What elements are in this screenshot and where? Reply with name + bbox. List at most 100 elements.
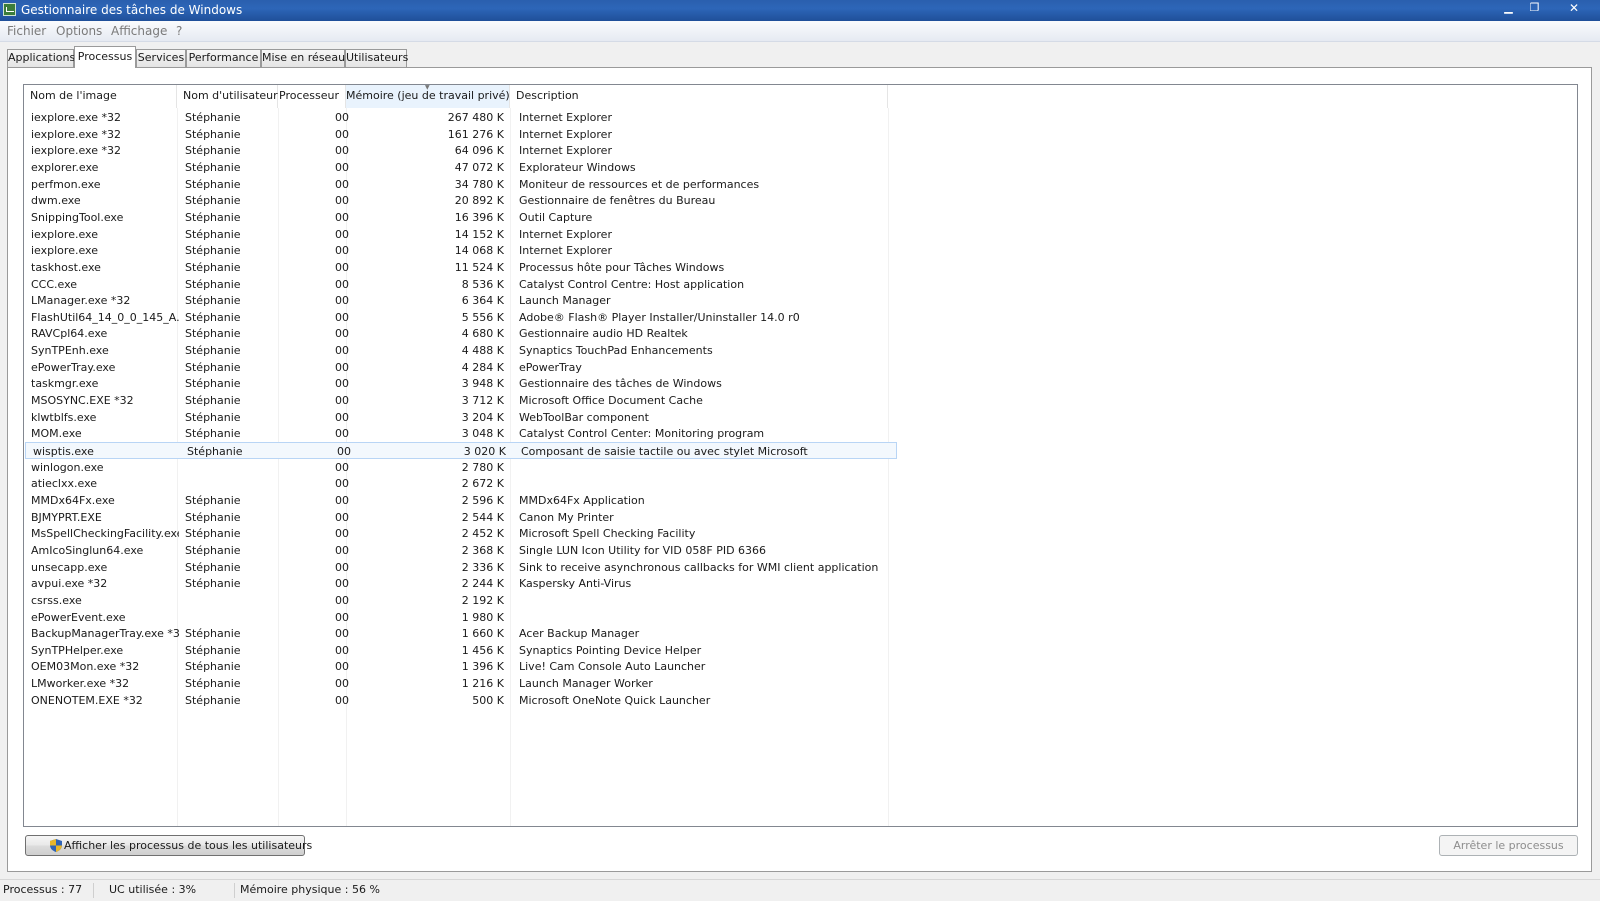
cell-image-name: ePowerEvent.exe [31, 610, 126, 624]
cell-cpu: 00 [335, 410, 349, 424]
cell-cpu: 00 [335, 310, 349, 324]
cell-cpu: 00 [335, 693, 349, 707]
cell-cpu: 00 [335, 394, 349, 408]
tab-users[interactable]: Utilisateurs [345, 49, 408, 67]
table-row[interactable]: iexplore.exe Stéphanie 00 14 068 K Internet … [24, 242, 1577, 259]
table-row[interactable]: wisptis.exe Stéphanie 00 3 020 K Composant d… [25, 442, 897, 459]
show-all-users-processes-button[interactable]: Afficher les processus de tous les utili… [25, 835, 312, 856]
cell-description: Microsoft OneNote Quick Launcher [519, 693, 711, 707]
menu-file[interactable]: Fichier [7, 24, 46, 38]
table-row[interactable]: MOM.exe Stéphanie 00 3 048 K Catalyst Contro… [24, 425, 1577, 442]
column-header-description[interactable]: Description [510, 85, 888, 108]
tab-networking[interactable]: Mise en réseau [261, 49, 345, 67]
cell-user-name: Stéphanie [185, 527, 241, 541]
table-row[interactable]: CCC.exe Stéphanie 00 8 536 K Catalyst Contro… [24, 276, 1577, 293]
cell-image-name: ONENOTEM.EXE *32 [31, 693, 143, 707]
column-header-cpu[interactable]: Processeur [278, 85, 346, 108]
cell-memory: 161 276 K [447, 127, 504, 141]
table-row[interactable]: LManager.exe *32 Stéphanie 00 6 364 K Launch… [24, 292, 1577, 309]
table-row[interactable]: explorer.exe Stéphanie 00 47 072 K Explorate… [24, 159, 1577, 176]
table-row[interactable]: taskmgr.exe Stéphanie 00 3 948 K Gestionnair… [24, 375, 1577, 392]
table-row[interactable]: avpui.exe *32 Stéphanie 00 2 244 K Kaspersky… [24, 575, 1577, 592]
cell-cpu: 00 [335, 660, 349, 674]
table-row[interactable]: MsSpellCheckingFacility.exe Stéphanie 00 2 … [24, 525, 1577, 542]
table-row[interactable]: MMDx64Fx.exe Stéphanie 00 2 596 K MMDx64Fx A… [24, 492, 1577, 509]
cell-description: Internet Explorer [519, 144, 612, 158]
menu-help[interactable]: ? [176, 24, 182, 38]
cell-image-name: AmIcoSinglun64.exe [31, 543, 144, 557]
cell-description [519, 459, 939, 476]
column-header-user-name[interactable]: Nom d'utilisateur [177, 85, 278, 108]
table-row[interactable]: OEM03Mon.exe *32 Stéphanie 00 1 396 K Live! … [24, 658, 1577, 675]
minimize-button[interactable]: ▁ [1496, 0, 1521, 17]
table-row[interactable]: unsecapp.exe Stéphanie 00 2 336 K Sink to re… [24, 559, 1577, 576]
table-row[interactable]: csrss.exe 00 2 192 K [24, 592, 1577, 609]
maximize-button[interactable]: ❐ [1522, 0, 1547, 17]
table-row[interactable]: winlogon.exe 00 2 780 K [24, 459, 1577, 476]
title-bar[interactable]: Gestionnaire des tâches de Windows ▁ ❐ ✕ [0, 0, 1600, 21]
cell-cpu: 00 [335, 610, 349, 624]
cell-user-name: Stéphanie [185, 344, 241, 358]
cell-user-name: Stéphanie [185, 577, 241, 591]
table-row[interactable]: FlashUtil64_14_0_0_145_A... Stéphanie 00 5 … [24, 309, 1577, 326]
table-row[interactable]: MSOSYNC.EXE *32 Stéphanie 00 3 712 K Microso… [24, 392, 1577, 409]
cell-memory: 1 660 K [461, 627, 504, 641]
menu-view[interactable]: Affichage [111, 24, 167, 38]
table-row[interactable]: ONENOTEM.EXE *32 Stéphanie 00 500 K Microsof… [24, 692, 1577, 709]
status-cpu-usage: UC utilisée : 3% [109, 883, 197, 896]
tab-applications[interactable]: Applications [7, 49, 75, 67]
cell-image-name: SynTPHelper.exe [31, 643, 124, 657]
table-row[interactable]: iexplore.exe *32 Stéphanie 00 161 276 K Inte… [24, 126, 1577, 143]
tab-performance[interactable]: Performance [186, 49, 261, 67]
tab-services[interactable]: Services [136, 49, 186, 67]
cell-cpu: 00 [335, 260, 349, 274]
process-list[interactable]: Nom de l'image Nom d'utilisateur Process… [23, 84, 1578, 827]
table-row[interactable]: SynTPHelper.exe Stéphanie 00 1 456 K Synapti… [24, 642, 1577, 659]
column-header-memory[interactable]: ▼ Mémoire (jeu de travail privé) [346, 85, 510, 108]
cell-cpu: 00 [335, 627, 349, 641]
cell-memory: 3 048 K [461, 427, 504, 441]
table-row[interactable]: SynTPEnh.exe Stéphanie 00 4 488 K Synaptics … [24, 342, 1577, 359]
cell-image-name: LMworker.exe *32 [31, 677, 130, 691]
end-process-button[interactable]: Arrêter le processus [1439, 835, 1578, 856]
cell-description: Synaptics TouchPad Enhancements [519, 344, 713, 358]
cell-description [519, 475, 939, 492]
table-row[interactable]: BackupManagerTray.exe *32 Stéphanie 00 1 66… [24, 625, 1577, 642]
cell-memory: 2 368 K [461, 543, 504, 557]
cell-user-name: Stéphanie [185, 194, 241, 208]
table-row[interactable]: perfmon.exe Stéphanie 00 34 780 K Moniteur d… [24, 176, 1577, 193]
table-row[interactable]: klwtblfs.exe Stéphanie 00 3 204 K WebToolBar… [24, 409, 1577, 426]
cell-user-name: Stéphanie [185, 260, 241, 274]
cell-memory: 1 980 K [461, 610, 504, 624]
table-row[interactable]: iexplore.exe *32 Stéphanie 00 267 480 K Inte… [24, 109, 1577, 126]
cell-cpu: 00 [335, 577, 349, 591]
table-row[interactable]: LMworker.exe *32 Stéphanie 00 1 216 K Launch… [24, 675, 1577, 692]
cell-memory: 14 068 K [454, 244, 504, 258]
table-row[interactable]: iexplore.exe Stéphanie 00 14 152 K Internet … [24, 226, 1577, 243]
table-row[interactable]: BJMYPRT.EXE Stéphanie 00 2 544 K Canon My Pr… [24, 509, 1577, 526]
table-row[interactable]: iexplore.exe *32 Stéphanie 00 64 096 K Inter… [24, 142, 1577, 159]
menu-options[interactable]: Options [56, 24, 102, 38]
table-row[interactable]: taskhost.exe Stéphanie 00 11 524 K Processus… [24, 259, 1577, 276]
cell-image-name: SynTPEnh.exe [31, 344, 109, 358]
cell-description: Outil Capture [519, 210, 593, 224]
cell-cpu: 00 [335, 377, 349, 391]
cell-description: Internet Explorer [519, 227, 612, 241]
tab-processes[interactable]: Processus [74, 46, 136, 68]
table-row[interactable]: AmIcoSinglun64.exe Stéphanie 00 2 368 K Sing… [24, 542, 1577, 559]
column-header-image-name[interactable]: Nom de l'image [24, 85, 177, 108]
cell-user-name: Stéphanie [185, 160, 241, 174]
cell-memory: 47 072 K [454, 160, 504, 174]
cell-image-name: MsSpellCheckingFacility.exe [31, 527, 179, 541]
table-row[interactable]: SnippingTool.exe Stéphanie 00 16 396 K Outil… [24, 209, 1577, 226]
close-button[interactable]: ✕ [1554, 0, 1594, 17]
table-row[interactable]: ePowerEvent.exe 00 1 980 K [24, 609, 1577, 626]
cell-description: Composant de saisie tactile ou avec styl… [521, 445, 808, 458]
table-row[interactable]: ePowerTray.exe Stéphanie 00 4 284 K ePowerTr… [24, 359, 1577, 376]
cell-user-name: Stéphanie [185, 360, 241, 374]
cell-description: Launch Manager [519, 294, 611, 308]
cell-description: Sink to receive asynchronous callbacks f… [519, 560, 879, 574]
table-row[interactable]: RAVCpl64.exe Stéphanie 00 4 680 K Gestionnai… [24, 325, 1577, 342]
table-row[interactable]: dwm.exe Stéphanie 00 20 892 K Gestionnaire d… [24, 192, 1577, 209]
table-row[interactable]: atieclxx.exe 00 2 672 K [24, 475, 1577, 492]
